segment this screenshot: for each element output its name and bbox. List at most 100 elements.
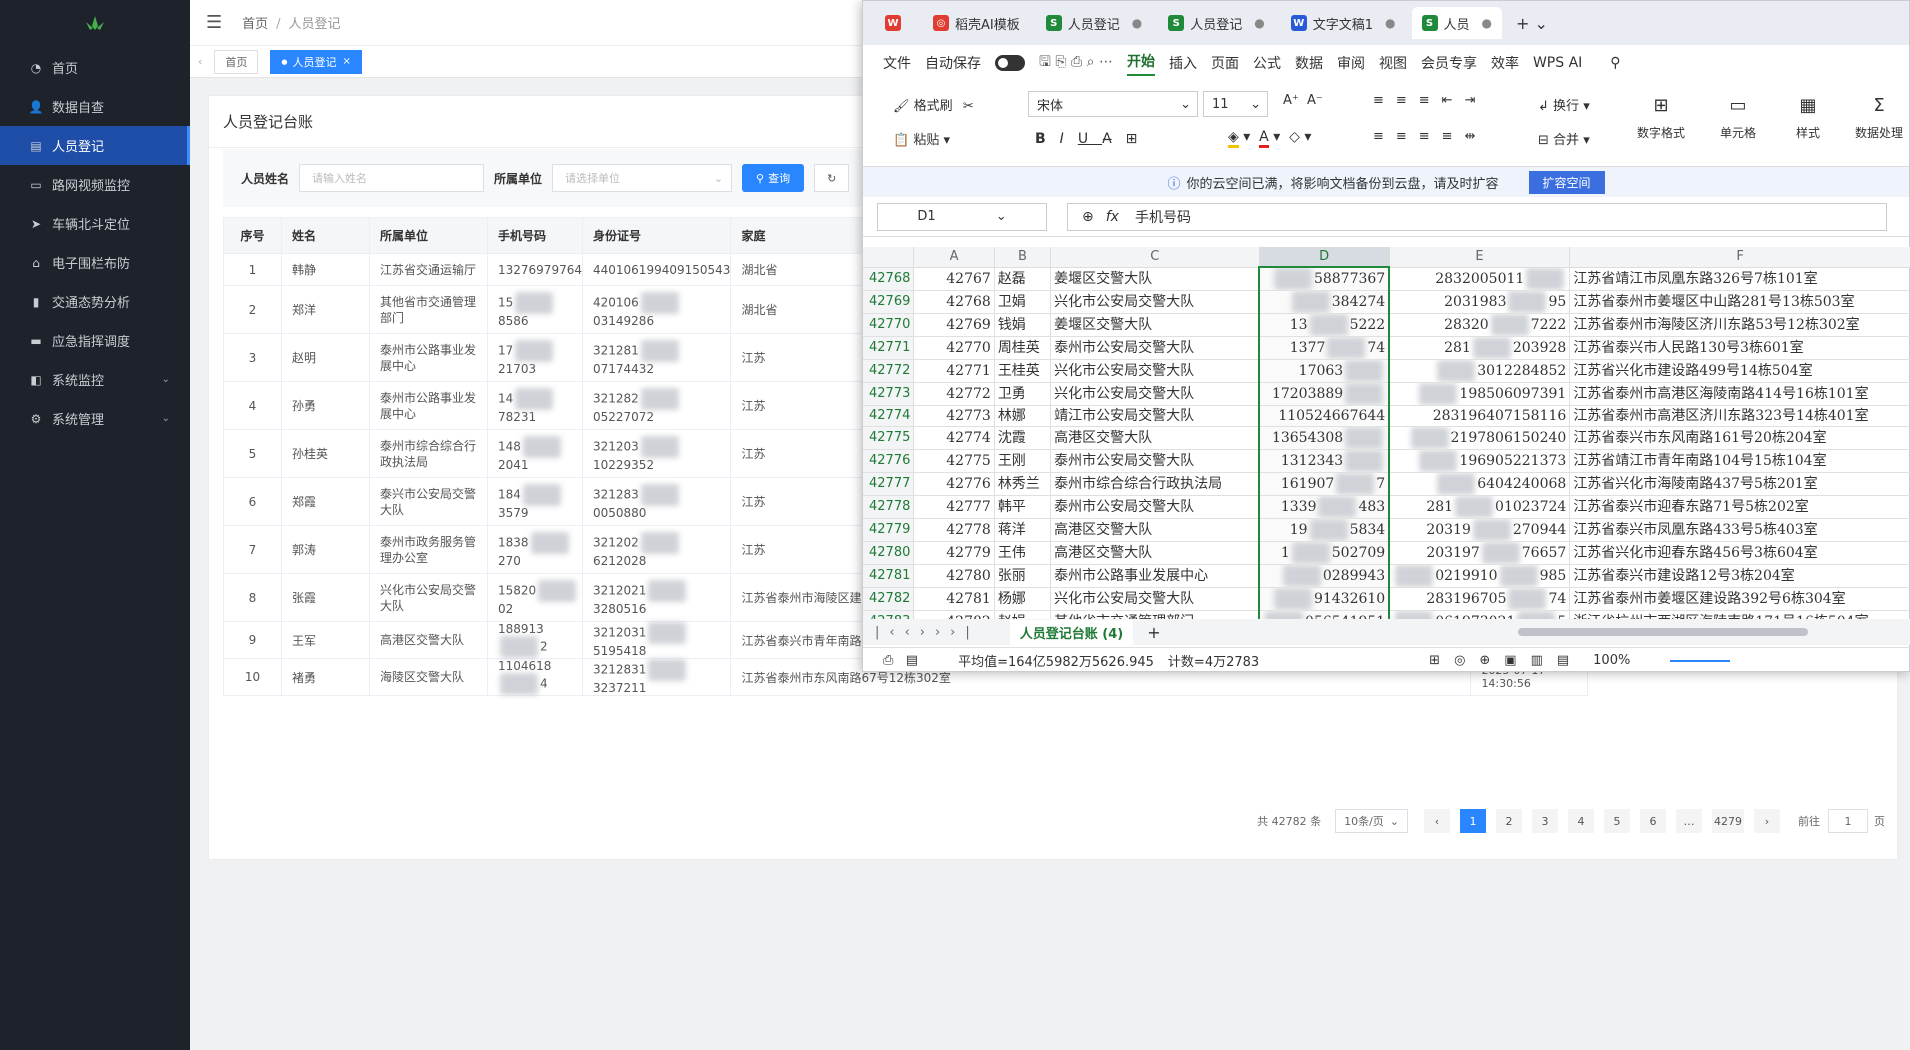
sheet-cell[interactable]: 江苏省泰州市海陵区济川东路53号12栋302室 [1569,313,1910,337]
data-process-button[interactable]: Σ 数据处理 [1848,95,1910,141]
hamburger-icon[interactable]: ☰ [206,12,222,33]
sheet-cell[interactable]: 6404240068 [1389,472,1571,496]
page-button[interactable]: 4 [1568,809,1594,833]
sheet-cell[interactable]: 高港区交警大队 [1050,426,1260,450]
wps-menu-item[interactable]: 开始 [1126,51,1155,76]
number-format-button[interactable]: ⊞ 数字格式 [1623,95,1699,141]
sheet-cell[interactable]: 周桂英 [994,336,1052,360]
sheet-cell[interactable]: 泰州市综合综合行政执法局 [1050,472,1260,496]
sheet-cell[interactable]: 2832005011 [1389,267,1571,291]
sidebar-item-3[interactable]: ▭ 路网视频监控 [0,165,190,204]
wps-tab-3[interactable]: S 人员登记 ● [1158,7,1275,39]
sheet-cell[interactable]: 2031983 95 [1389,290,1571,314]
name-box[interactable]: D1 ⌄ [877,202,1047,231]
wps-menu-item[interactable]: 效率 [1491,53,1519,73]
sheet-cell[interactable]: 1339 483 [1258,495,1391,519]
sheet-cell[interactable]: 283196705 74 [1389,587,1571,611]
query-button[interactable]: ⚲ 查询 [742,164,805,192]
merge-button[interactable]: ⊟ 合并 ▾ [1538,129,1590,148]
row-header[interactable]: 42769 [863,290,915,314]
sheet-cell[interactable]: 13654308 [1258,426,1391,450]
row-header[interactable]: 42773 [863,382,915,406]
sheet-cell[interactable]: 2197806150240 [1389,426,1571,450]
wps-tab-2[interactable]: S 人员登记 ● [1036,7,1153,39]
row-header[interactable]: 42775 [863,426,915,450]
sheet-cell[interactable]: 兴化市公安局交警大队 [1050,359,1260,383]
goto-input[interactable]: 1 [1828,809,1868,833]
sheet-cell[interactable]: 110524667644 [1258,405,1391,427]
sheet-cell[interactable]: 靖江市公安局交警大队 [1050,405,1260,427]
sidebar-item-6[interactable]: ▮ 交通态势分析 [0,282,190,321]
sheet-cell[interactable]: 江苏省泰兴市建设路12号3栋204室 [1569,564,1910,588]
sidebar-item-4[interactable]: ➤ 车辆北斗定位 [0,204,190,243]
sheet-cell[interactable]: 42782 [913,610,995,619]
sidebar-item-1[interactable]: 👤 数据自查 [0,87,190,126]
align-top-buttons[interactable]: ≡≡≡⇤⇥ [1373,93,1487,108]
sheet-cell[interactable]: 兴化市公安局交警大队 [1050,290,1260,314]
sheet-tab[interactable]: 人员登记台账 (4) [1009,619,1134,645]
sidebar-item-8[interactable]: ◧ 系统监控 ⌄ [0,360,190,399]
sheet-cell[interactable]: 281 01023724 [1389,495,1571,519]
sheet-cell[interactable]: 58877367 [1258,267,1391,291]
close-icon[interactable]: × [343,56,351,67]
unit-select[interactable]: 请选择单位 ⌄ [552,164,733,192]
zoom-level[interactable]: 100% [1593,653,1630,668]
sheet-cell[interactable]: 42768 [913,290,995,314]
sidebar-item-9[interactable]: ⚙ 系统管理 ⌄ [0,399,190,438]
wps-menu-item[interactable]: 自动保存 [925,53,981,73]
column-header[interactable] [863,247,915,268]
sheet-cell[interactable]: 28320 7222 [1389,313,1571,337]
horizontal-scrollbar[interactable] [1518,628,1808,636]
name-input[interactable]: 请输入姓名 [299,164,485,192]
font-size-select[interactable]: 11 ⌄ [1203,91,1268,117]
wps-menu-item[interactable]: 页面 [1211,53,1239,73]
sheet-cell[interactable]: 高港区交警大队 [1050,541,1260,565]
sheet-cell[interactable]: 韩平 [994,495,1052,519]
sheet-cell[interactable]: 17063 [1258,359,1391,383]
column-header[interactable]: F [1569,247,1910,268]
sheet-cell[interactable]: 杨娜 [994,587,1052,611]
sheet-cell[interactable]: 高港区交警大队 [1050,518,1260,542]
sheet-cell[interactable]: 42770 [913,336,995,360]
sheet-cell[interactable]: 1377 74 [1258,336,1391,360]
sheet-cell[interactable]: 42780 [913,564,995,588]
page-button[interactable]: 6 [1640,809,1666,833]
page-button[interactable]: 5 [1604,809,1630,833]
sheet-grid[interactable]: ABCDEF 42768 42767 赵磊 姜堰区交警大队 58877367 283200… [863,247,1910,619]
add-sheet-icon[interactable]: + [1147,623,1160,642]
page-button[interactable]: 4279 [1712,809,1744,833]
wps-menu-item[interactable]: WPS AI [1533,55,1582,71]
sheet-cell[interactable]: 其他省市交通管理部门 [1050,610,1260,619]
row-header[interactable]: 42776 [863,449,915,473]
sheet-cell[interactable]: 王刚 [994,449,1052,473]
sheet-cell[interactable]: 姜堰区交警大队 [1050,313,1260,337]
sheet-cell[interactable]: 196905221373 [1389,449,1571,473]
reset-button[interactable]: ↻ [814,164,850,192]
sidebar-item-0[interactable]: ◔ 首页 [0,48,190,87]
sheet-cell[interactable]: 42777 [913,495,995,519]
tag-current[interactable]: 人员登记 × [270,49,362,74]
sheet-cell[interactable]: 3012284852 [1389,359,1571,383]
sheet-cell[interactable]: 91432610 [1258,587,1391,611]
sheet-cell[interactable]: 林秀兰 [994,472,1052,496]
sheet-cell[interactable]: 王伟 [994,541,1052,565]
sheet-cell[interactable]: 卫娟 [994,290,1052,314]
cut-icon[interactable]: ✂ [963,99,974,114]
close-icon[interactable]: ● [1132,16,1142,30]
sheet-cell[interactable]: 42772 [913,382,995,406]
column-header[interactable]: B [994,247,1052,268]
sheet-cell[interactable]: 姜堰区交警大队 [1050,267,1260,291]
sheet-cell[interactable]: 林娜 [994,405,1052,427]
text-format-buttons[interactable]: BIUA̶⊞ [1035,131,1151,147]
sheet-cell[interactable]: 江苏省靖江市凤凰东路326号7栋101室 [1569,267,1910,291]
sheet-cell[interactable]: 42771 [913,359,995,383]
sheet-cell[interactable]: 281 203928 [1389,336,1571,360]
sheet-cell[interactable]: 江苏省泰兴市东风南路161号20栋204室 [1569,426,1910,450]
wps-menu-item[interactable]: 公式 [1253,53,1281,73]
tag-home[interactable]: 首页 [214,49,259,74]
page-button[interactable]: 3 [1532,809,1558,833]
sheet-cell[interactable]: 198506097391 [1389,382,1571,406]
sheet-cell[interactable]: 沈霞 [994,426,1052,450]
sheet-cell[interactable]: 42779 [913,541,995,565]
sheet-cell[interactable]: 42776 [913,472,995,496]
